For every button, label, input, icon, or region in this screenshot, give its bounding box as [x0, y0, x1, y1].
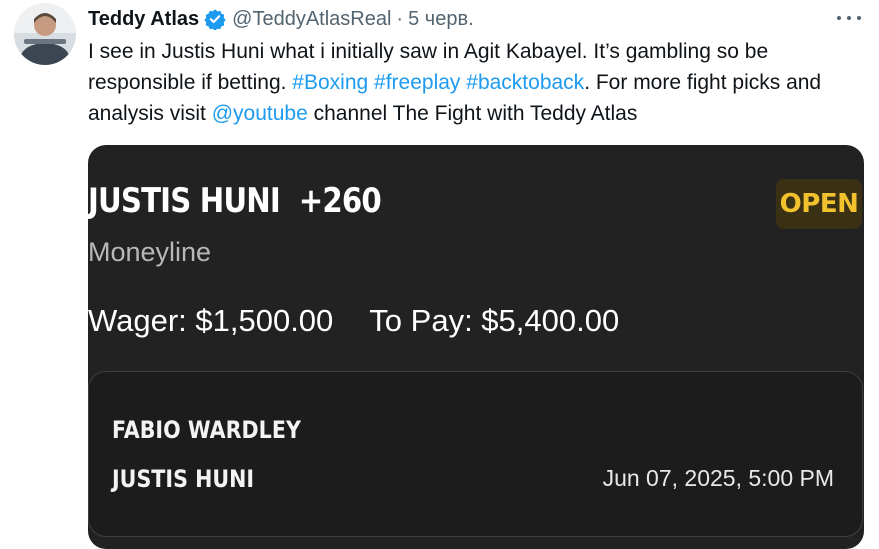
- hashtag-link[interactable]: #backtoback: [466, 71, 584, 94]
- fighter-one: FABIO WARDLEY: [112, 416, 301, 444]
- separator-dot: ·: [396, 7, 404, 30]
- tweet-text-part: channel The Fight with Teddy Atlas: [307, 102, 638, 125]
- avatar-image: [14, 3, 76, 65]
- more-dot: [847, 16, 851, 20]
- bet-slip-image[interactable]: JUSTIS HUNI +260 OPEN Moneyline Wager: $1…: [88, 145, 864, 549]
- mention-link[interactable]: @youtube: [212, 102, 308, 125]
- tweet-text: I see in Justis Huni what i initially sa…: [88, 36, 858, 129]
- more-options-icon[interactable]: [837, 8, 861, 28]
- more-dot: [857, 16, 861, 20]
- bet-pick: JUSTIS HUNI +260: [88, 181, 382, 221]
- hashtag-link[interactable]: #Boxing: [292, 71, 368, 94]
- status-badge: OPEN: [776, 179, 862, 229]
- author-name[interactable]: Teddy Atlas: [88, 8, 199, 31]
- to-pay-amount: To Pay: $5,400.00: [369, 303, 620, 338]
- wager-amount: Wager: $1,500.00: [88, 303, 334, 338]
- bet-amounts: Wager: $1,500.00 To Pay: $5,400.00: [88, 303, 619, 339]
- author-handle[interactable]: @TeddyAtlasReal: [232, 8, 391, 31]
- verified-badge-icon: [204, 8, 226, 30]
- hashtag-link[interactable]: #freeplay: [374, 71, 460, 94]
- tweet-header: Teddy Atlas @TeddyAtlasReal · 5 черв.: [88, 4, 474, 34]
- avatar[interactable]: [14, 3, 76, 65]
- pick-name: JUSTIS HUNI: [88, 181, 281, 221]
- event-date: Jun 07, 2025, 5:00 PM: [602, 465, 834, 491]
- event-box: FABIO WARDLEY JUSTIS HUNI Jun 07, 2025, …: [88, 371, 863, 537]
- pick-odds: +260: [298, 181, 382, 221]
- tweet-date[interactable]: 5 черв.: [408, 8, 474, 31]
- fighter-two: JUSTIS HUNI: [112, 465, 255, 493]
- more-dot: [837, 16, 841, 20]
- bet-market: Moneyline: [88, 237, 212, 267]
